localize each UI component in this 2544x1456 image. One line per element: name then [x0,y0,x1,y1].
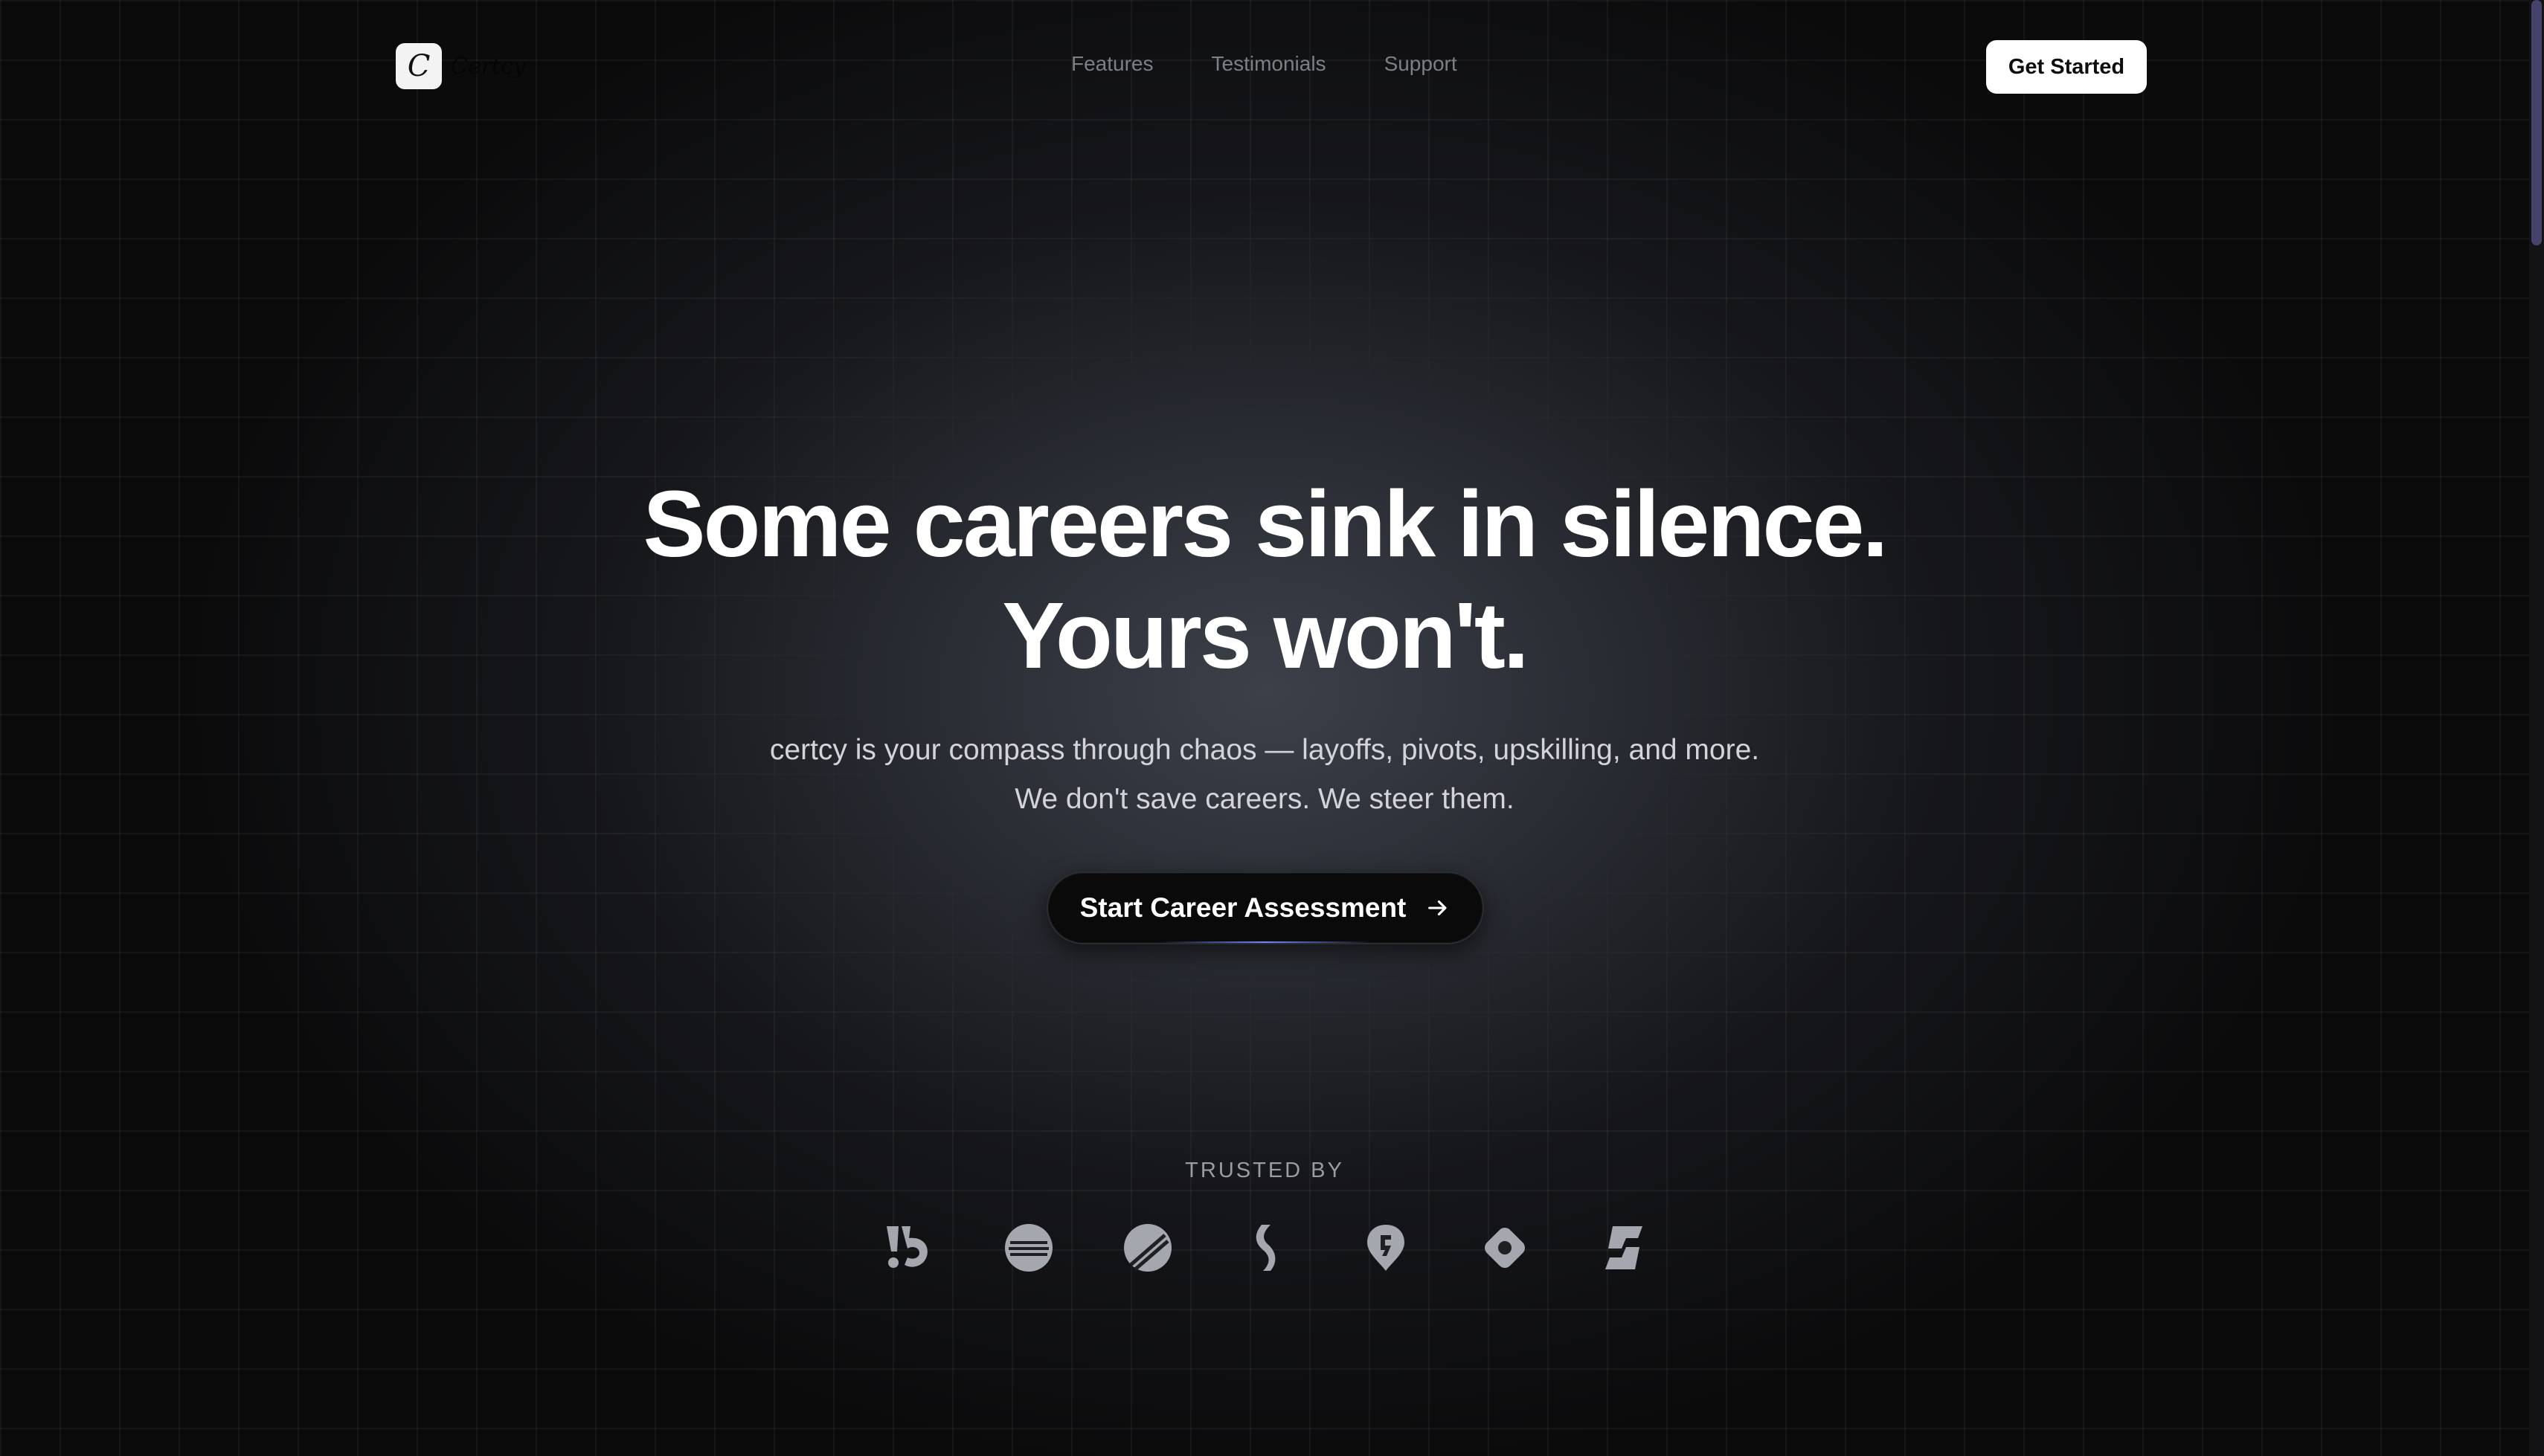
hero-headline: Some careers sink in silence. Yours won'… [0,468,2529,692]
start-career-assessment-label: Start Career Assessment [1079,892,1407,923]
hero-subtext: certcy is your compass through chaos — l… [769,734,1760,815]
brand-logo-3-icon [1122,1222,1174,1274]
brand-logo-4-icon [1241,1222,1293,1274]
brand-logo-link[interactable]: C Certcy [396,43,526,89]
get-started-button[interactable]: Get Started [1986,40,2147,94]
vertical-scrollbar[interactable] [2529,0,2544,1456]
brand-name: Certcy [451,53,526,80]
brand-logo-1-icon [884,1222,936,1274]
hero-headline-line-2: Yours won't. [1002,583,1529,688]
logo-mark-icon: C [396,43,442,89]
arrow-right-icon [1425,895,1451,921]
nav-links: Features Testimonials Support [1071,52,1457,76]
brand-logo-7-icon [1598,1222,1650,1274]
nav-link-features[interactable]: Features [1071,52,1154,76]
scrollbar-thumb[interactable] [2531,0,2542,245]
brand-logo-2-icon [1003,1222,1055,1274]
start-career-assessment-button[interactable]: Start Career Assessment [1047,872,1484,944]
landing-page: C Certcy Features Testimonials Support G… [0,0,2544,1456]
hero-headline-line-1: Some careers sink in silence. [643,471,1889,576]
brand-logo-6-icon [1479,1222,1531,1274]
top-nav: C Certcy Features Testimonials Support G… [0,0,2529,134]
nav-link-support[interactable]: Support [1384,52,1457,76]
trusted-by-label: TRUSTED BY [1185,1159,1344,1182]
trusted-logos [884,1222,1650,1274]
brand-logo-5-icon [1360,1222,1412,1274]
nav-link-testimonials[interactable]: Testimonials [1212,52,1326,76]
